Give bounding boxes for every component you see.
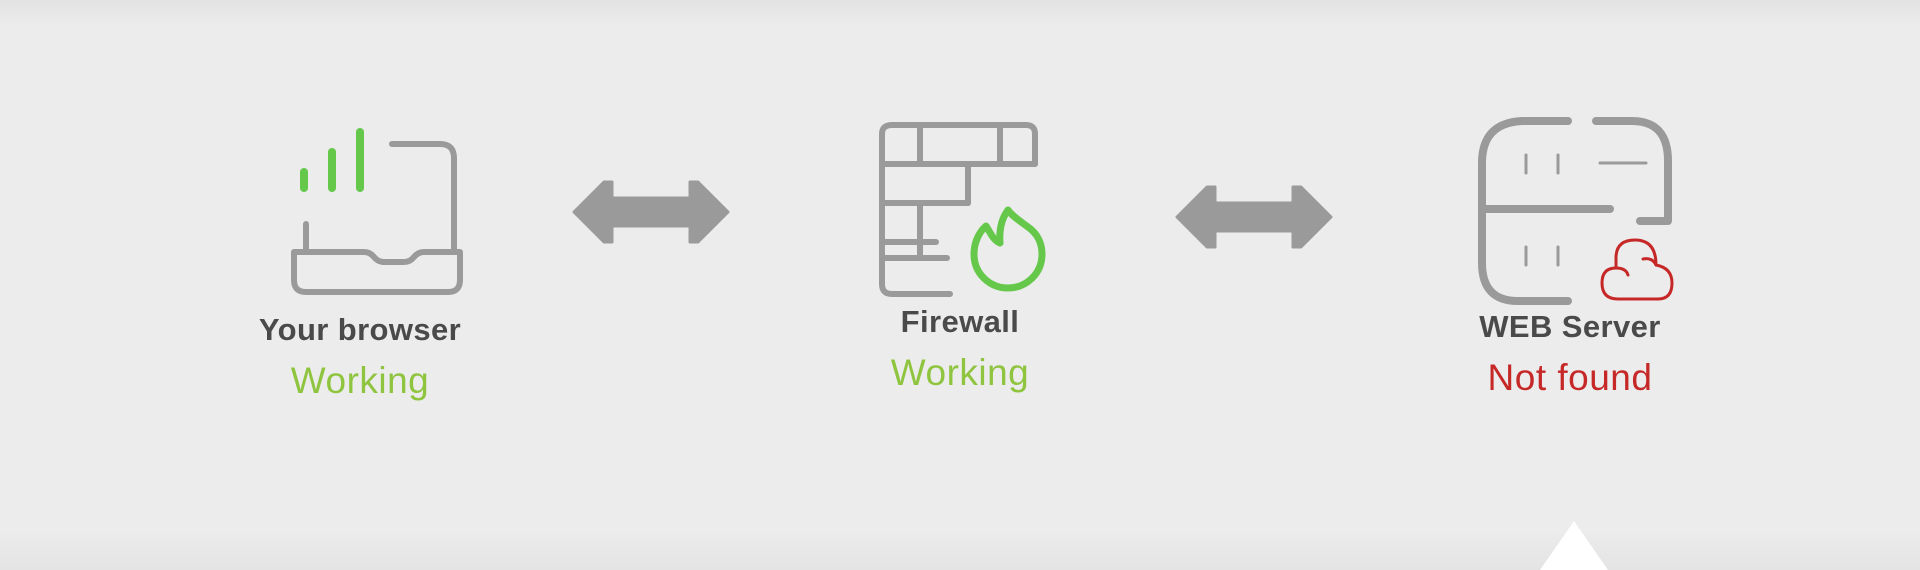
connection-status-diagram: Your browser Working Firewall Working WE… [0, 0, 1920, 570]
node-web-server: WEB Server Not found [1440, 113, 1700, 399]
firewall-icon [879, 122, 1046, 297]
node-title: WEB Server [1479, 309, 1661, 344]
node-browser: Your browser Working [230, 120, 490, 402]
double-arrow-icon [572, 180, 730, 244]
status-label: Not found [1487, 357, 1653, 398]
status-label: Working [290, 360, 430, 401]
double-arrow-icon [1175, 185, 1333, 249]
node-firewall: Firewall Working [830, 118, 1090, 394]
node-title: Your browser [258, 312, 462, 347]
browser-laptop-icon [291, 128, 463, 295]
status-label: Working [890, 352, 1030, 393]
web-server-icon [1478, 117, 1674, 305]
node-title: Firewall [900, 304, 1020, 339]
selected-node-pointer [1540, 521, 1608, 570]
